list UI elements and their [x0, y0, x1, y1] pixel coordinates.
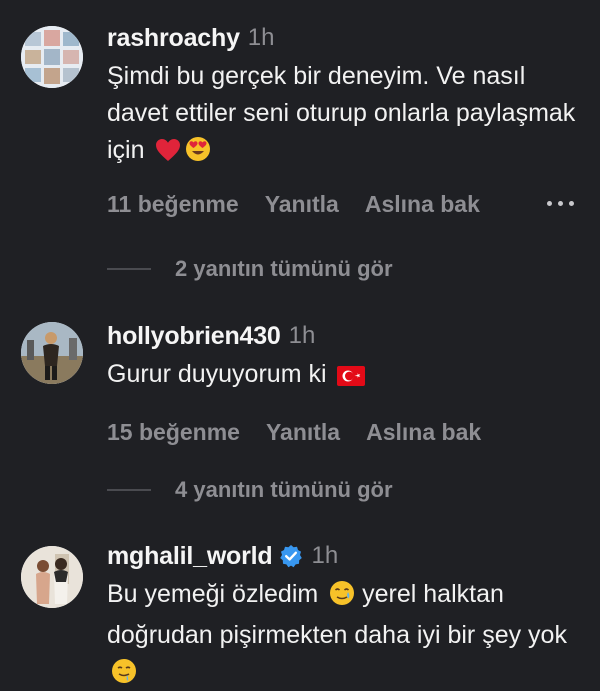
view-replies-label: 4 yanıtın tümünü gör [175, 477, 393, 502]
timestamp: 1h [247, 24, 275, 51]
likes-count[interactable]: 15 beğenme [107, 419, 240, 446]
heart-eyes-icon [185, 136, 211, 173]
translate-button[interactable]: Aslına bak [366, 419, 481, 446]
turkey-flag-icon [337, 360, 366, 397]
drooling-face-icon [111, 658, 137, 691]
view-replies-button[interactable]: 4 yanıtın tümünü gör [107, 477, 393, 503]
username[interactable]: rashroachy [107, 24, 240, 53]
timestamp: 1h [288, 322, 316, 349]
avatar[interactable] [21, 322, 83, 384]
more-options-icon[interactable] [547, 201, 574, 206]
crying-smile-icon [329, 580, 355, 617]
red-heart-icon [155, 136, 181, 173]
comments-panel: rashroachy 1h Şimdi bu gerçek bir deneyi… [0, 0, 600, 691]
avatar[interactable] [21, 26, 83, 88]
verified-badge-icon [279, 544, 303, 568]
avatar[interactable] [21, 546, 83, 608]
username[interactable]: mghalil_world [107, 542, 273, 571]
comment-text-part1: Bu yemeği özledim [107, 580, 319, 608]
view-replies-label: 2 yanıtın tümünü gör [175, 256, 393, 281]
replies-divider [107, 489, 151, 491]
comment-text: Şimdi bu gerçek bir deneyim. Ve nasıl da… [107, 58, 580, 173]
comment-text: Bu yemeği özledim yerel halktan doğrudan… [107, 576, 580, 691]
view-replies-button[interactable]: 2 yanıtın tümünü gör [107, 256, 393, 282]
username[interactable]: hollyobrien430 [107, 322, 281, 351]
timestamp: 1h [311, 542, 339, 569]
comment-text-content: Gurur duyuyorum ki [107, 360, 327, 388]
likes-count[interactable]: 11 beğenme [107, 191, 239, 218]
reply-button[interactable]: Yanıtla [266, 419, 340, 446]
replies-divider [107, 268, 151, 270]
comment-text: Gurur duyuyorum ki [107, 356, 580, 397]
translate-button[interactable]: Aslına bak [365, 191, 480, 218]
reply-button[interactable]: Yanıtla [265, 191, 339, 218]
